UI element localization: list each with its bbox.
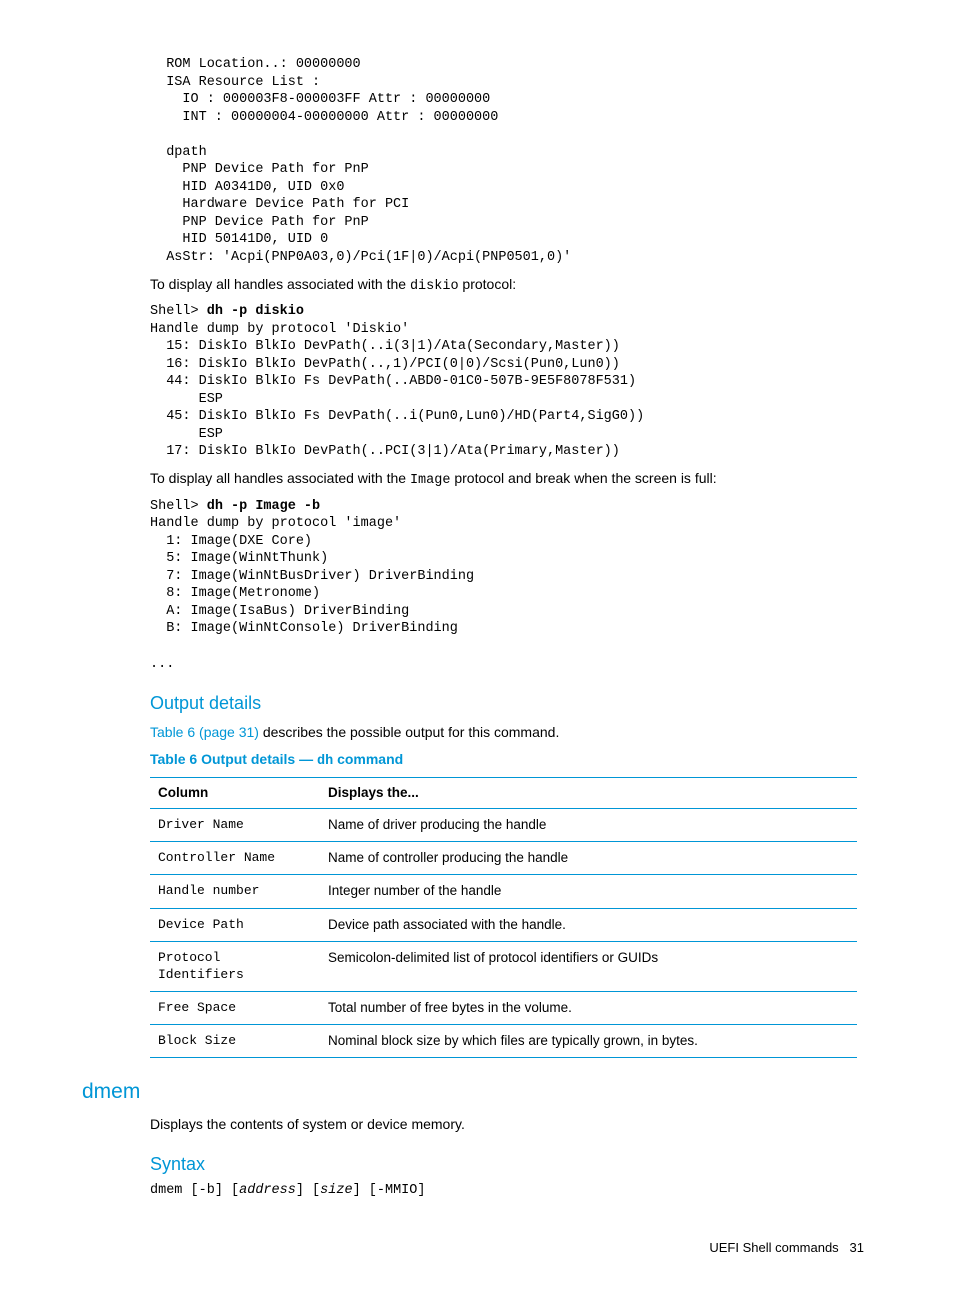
syntax-line: dmem [-b] [address] [size] [-MMIO] xyxy=(150,1182,864,1200)
cell-description: Name of driver producing the handle xyxy=(320,809,857,842)
cell-description: Integer number of the handle xyxy=(320,875,857,908)
cell-column: Free Space xyxy=(150,991,320,1024)
para-output: Table 6 (page 31) describes the possible… xyxy=(150,723,864,742)
text: Table 6 Output details — xyxy=(150,751,317,767)
cell-description: Name of controller producing the handle xyxy=(320,842,857,875)
shell-command: dh -p diskio xyxy=(207,304,304,319)
code-block-rom: ROM Location..: 00000000 ISA Resource Li… xyxy=(150,56,864,267)
opt-mmio: -MMIO xyxy=(377,1183,418,1198)
code-output: Handle dump by protocol 'Diskio' 15: Dis… xyxy=(150,322,644,460)
text: protocol: xyxy=(459,276,517,292)
code-block-image: Shell> dh -p Image -b Handle dump by pro… xyxy=(150,498,864,673)
table-cross-ref-link[interactable]: Table 6 (page 31) xyxy=(150,724,259,740)
cell-column: Controller Name xyxy=(150,842,320,875)
cmd: dmem xyxy=(150,1183,182,1198)
cell-description: Device path associated with the handle. xyxy=(320,908,857,941)
text: describes the possible output for this c… xyxy=(259,724,559,740)
table-row: Protocol IdentifiersSemicolon-delimited … xyxy=(150,941,857,991)
cell-description: Semicolon-delimited list of protocol ide… xyxy=(320,941,857,991)
table-row: Block SizeNominal block size by which fi… xyxy=(150,1025,857,1058)
cell-column: Protocol Identifiers xyxy=(150,941,320,991)
shell-prompt: Shell> xyxy=(150,499,207,514)
cell-description: Total number of free bytes in the volume… xyxy=(320,991,857,1024)
heading-syntax: Syntax xyxy=(150,1152,864,1176)
text: ] xyxy=(417,1183,425,1198)
th-displays: Displays the... xyxy=(320,777,857,808)
output-details-table: Column Displays the... Driver NameName o… xyxy=(150,777,857,1059)
page-footer: UEFI Shell commands 31 xyxy=(90,1239,864,1257)
text: ] [ xyxy=(353,1183,377,1198)
table-row: Handle numberInteger number of the handl… xyxy=(150,875,857,908)
inline-code: diskio xyxy=(410,279,459,294)
text: ] [ xyxy=(215,1183,239,1198)
opt-address: address xyxy=(239,1183,296,1198)
text: command xyxy=(333,751,403,767)
para-diskio: To display all handles associated with t… xyxy=(150,275,864,296)
table-row: Controller NameName of controller produc… xyxy=(150,842,857,875)
heading-output-details: Output details xyxy=(150,691,864,715)
dmem-description: Displays the contents of system or devic… xyxy=(150,1115,864,1134)
inline-code: dh xyxy=(317,754,333,769)
para-image: To display all handles associated with t… xyxy=(150,469,864,490)
footer-page-number: 31 xyxy=(850,1240,864,1255)
cell-column: Driver Name xyxy=(150,809,320,842)
table-caption: Table 6 Output details — dh command xyxy=(150,750,864,771)
code-output: Handle dump by protocol 'image' 1: Image… xyxy=(150,516,474,671)
opt-b: -b xyxy=(199,1183,215,1198)
cell-column: Handle number xyxy=(150,875,320,908)
shell-command: dh -p Image -b xyxy=(207,499,320,514)
th-column: Column xyxy=(150,777,320,808)
inline-code: Image xyxy=(410,473,451,488)
table-row: Driver NameName of driver producing the … xyxy=(150,809,857,842)
text: To display all handles associated with t… xyxy=(150,470,410,486)
footer-section: UEFI Shell commands xyxy=(709,1240,838,1255)
cell-column: Block Size xyxy=(150,1025,320,1058)
cell-column: Device Path xyxy=(150,908,320,941)
table-header-row: Column Displays the... xyxy=(150,777,857,808)
text: To display all handles associated with t… xyxy=(150,276,410,292)
opt-size: size xyxy=(320,1183,352,1198)
code-block-diskio: Shell> dh -p diskio Handle dump by proto… xyxy=(150,303,864,461)
cell-description: Nominal block size by which files are ty… xyxy=(320,1025,857,1058)
text: [ xyxy=(182,1183,198,1198)
shell-prompt: Shell> xyxy=(150,304,207,319)
text: protocol and break when the screen is fu… xyxy=(450,470,716,486)
table-row: Free SpaceTotal number of free bytes in … xyxy=(150,991,857,1024)
table-row: Device PathDevice path associated with t… xyxy=(150,908,857,941)
heading-dmem: dmem xyxy=(82,1078,864,1106)
text: ] [ xyxy=(296,1183,320,1198)
